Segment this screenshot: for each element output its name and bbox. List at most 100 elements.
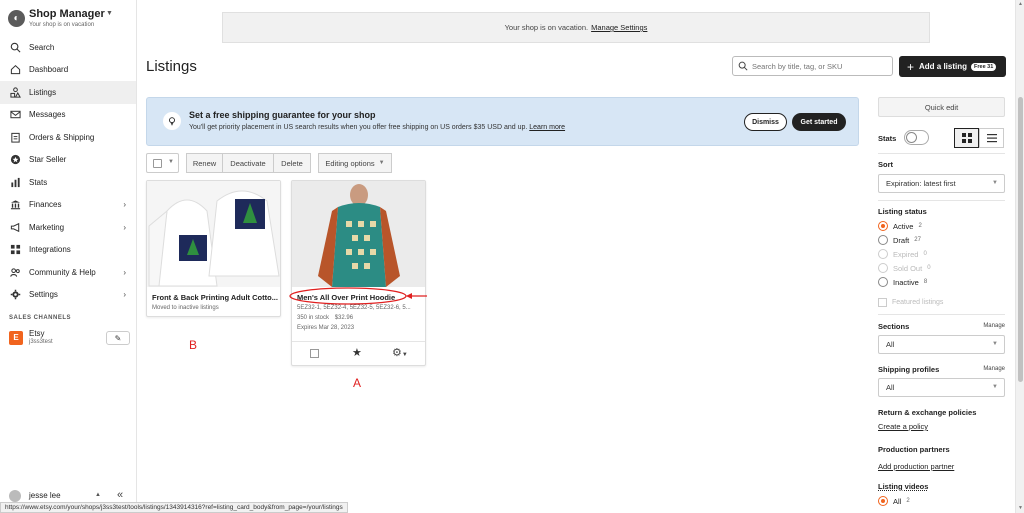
vacation-notice: Your shop is on vacation. Manage Setting… xyxy=(222,12,930,43)
select-all-checkbox[interactable] xyxy=(153,159,162,168)
sidebar-item-star-seller[interactable]: Star Seller xyxy=(0,149,136,172)
manage-settings-link[interactable]: Manage Settings xyxy=(591,23,647,32)
sidebar: ◐ Shop Manager ▼ Your shop is on vacatio… xyxy=(0,0,137,513)
listing-skus: 5EZ32-1, 5EZ32-4, 5EZ32-5, 5EZ32-6, 5... xyxy=(297,305,411,311)
radio-button[interactable] xyxy=(878,235,888,245)
search-input[interactable] xyxy=(752,61,887,71)
videos-option-all[interactable]: All 2 xyxy=(878,495,910,507)
listing-image xyxy=(147,181,280,287)
shipping-select[interactable]: All ▼ xyxy=(878,378,1005,397)
status-count: 0 xyxy=(923,251,927,257)
deactivate-button[interactable]: Deactivate xyxy=(222,153,274,173)
status-option-draft[interactable]: Draft 27 xyxy=(878,234,921,246)
listing-videos-label: Listing videos xyxy=(878,482,929,491)
chevron-down-icon: ▼ xyxy=(992,341,998,347)
scrollbar-thumb[interactable] xyxy=(1018,97,1023,382)
chevron-down-icon: ▼ xyxy=(401,352,408,358)
filter-panel: Quick edit Stats Sort Expiration: latest… xyxy=(870,0,1015,513)
create-policy-link[interactable]: Create a policy xyxy=(878,422,928,431)
listing-price: $32.96 xyxy=(334,315,354,321)
page-scrollbar[interactable]: ▲ ▼ xyxy=(1015,0,1024,513)
sidebar-item-stats[interactable]: Stats xyxy=(0,171,136,194)
sidebar-item-label: Integrations xyxy=(29,245,71,255)
sidebar-nav: Search Dashboard Listings Messages Order… xyxy=(0,36,136,306)
shop-title: Shop Manager xyxy=(29,8,105,20)
people-icon xyxy=(10,267,21,278)
listing-gear-menu[interactable]: ⚙▼ xyxy=(392,346,408,359)
status-option-inactive[interactable]: Inactive 8 xyxy=(878,276,927,288)
sections-manage-link[interactable]: Manage xyxy=(983,323,1005,329)
radio-button[interactable] xyxy=(878,221,888,231)
listing-title[interactable]: Men's All Over Print Hoodie xyxy=(297,293,412,302)
sidebar-item-search[interactable]: Search xyxy=(0,36,136,59)
gear-icon xyxy=(10,289,21,300)
editing-options-dropdown[interactable]: Editing options ▼ xyxy=(318,153,392,173)
sidebar-item-community[interactable]: Community & Help › xyxy=(0,261,136,284)
status-option-expired: Expired 0 xyxy=(878,248,927,260)
sidebar-item-label: Settings xyxy=(29,290,58,300)
sales-channels-heading: SALES CHANNELS xyxy=(9,315,72,321)
divider xyxy=(878,200,1005,201)
collapse-sidebar-icon[interactable]: « xyxy=(117,489,123,501)
list-view-button[interactable] xyxy=(979,128,1004,148)
sales-channel-etsy[interactable]: E Etsy j3ss3test ✎ xyxy=(9,329,131,349)
renew-button[interactable]: Renew xyxy=(186,153,223,173)
gear-icon: ⚙ xyxy=(392,347,402,359)
scroll-up-icon[interactable]: ▲ xyxy=(1018,1,1023,7)
sidebar-item-label: Stats xyxy=(29,177,48,187)
listing-title[interactable]: Front & Back Printing Adult Cotto... xyxy=(152,293,278,302)
star-badge-icon xyxy=(10,154,21,165)
sidebar-item-label: Star Seller xyxy=(29,155,67,165)
shop-switcher[interactable]: ◐ Shop Manager ▼ Your shop is on vacatio… xyxy=(8,8,133,32)
delete-button[interactable]: Delete xyxy=(273,153,311,173)
chevron-down-icon: ▼ xyxy=(106,10,113,17)
listing-card[interactable]: Men's All Over Print Hoodie 5EZ32-1, 5EZ… xyxy=(291,180,426,366)
add-production-partner-link[interactable]: Add production partner xyxy=(878,462,954,471)
listing-checkbox[interactable] xyxy=(310,349,319,358)
sidebar-item-marketing[interactable]: Marketing › xyxy=(0,216,136,239)
sidebar-item-messages[interactable]: Messages xyxy=(0,104,136,127)
sidebar-item-listings[interactable]: Listings xyxy=(0,81,136,104)
edit-channel-button[interactable]: ✎ xyxy=(106,331,130,345)
sidebar-item-integrations[interactable]: Integrations xyxy=(0,239,136,262)
free-shipping-banner: Set a free shipping guarantee for your s… xyxy=(146,97,859,146)
radio-button[interactable] xyxy=(878,277,888,287)
chevron-right-icon: › xyxy=(123,290,126,300)
scroll-down-icon[interactable]: ▼ xyxy=(1018,505,1023,511)
get-started-button[interactable]: Get started xyxy=(792,113,846,131)
bar-chart-icon xyxy=(10,177,21,188)
hoodie-model-image xyxy=(292,181,425,287)
status-option-label: Expired xyxy=(893,249,919,259)
sidebar-item-settings[interactable]: Settings › xyxy=(0,284,136,307)
listings-icon xyxy=(10,87,21,98)
sidebar-item-orders[interactable]: Orders & Shipping xyxy=(0,126,136,149)
list-view-icon xyxy=(986,134,997,143)
learn-more-link[interactable]: Learn more xyxy=(529,124,565,131)
feature-star-icon[interactable]: ★ xyxy=(352,346,362,359)
search-icon xyxy=(738,61,748,71)
dismiss-button[interactable]: Dismiss xyxy=(744,113,787,131)
etsy-badge-icon: E xyxy=(9,331,23,345)
status-option-label: Inactive xyxy=(893,277,919,287)
sidebar-item-label: Finances xyxy=(29,200,62,210)
status-option-active[interactable]: Active 2 xyxy=(878,220,922,232)
sidebar-item-finances[interactable]: Finances › xyxy=(0,194,136,217)
radio-button[interactable] xyxy=(878,496,888,506)
sidebar-item-label: Search xyxy=(29,42,55,52)
listing-card[interactable]: Front & Back Printing Adult Cotto... Mov… xyxy=(146,180,281,317)
bank-icon xyxy=(10,199,21,210)
sidebar-item-label: Community & Help xyxy=(29,267,96,277)
select-all-dropdown[interactable]: ▼ xyxy=(146,153,179,173)
mail-icon xyxy=(10,109,21,120)
link-preview-url: https://www.etsy.com/your/shops/j3ss3tes… xyxy=(0,502,348,513)
sort-select[interactable]: Expiration: latest first ▼ xyxy=(878,174,1005,193)
vacation-text: Your shop is on vacation. xyxy=(504,23,589,32)
grid-view-button[interactable] xyxy=(954,128,979,148)
sections-select[interactable]: All ▼ xyxy=(878,335,1005,354)
stats-toggle[interactable] xyxy=(904,130,929,145)
sidebar-item-dashboard[interactable]: Dashboard xyxy=(0,59,136,82)
chevron-down-icon: ▼ xyxy=(378,160,385,166)
user-name: jesse lee xyxy=(29,491,61,500)
quick-edit-button[interactable]: Quick edit xyxy=(878,97,1005,117)
shipping-manage-link[interactable]: Manage xyxy=(983,366,1005,372)
